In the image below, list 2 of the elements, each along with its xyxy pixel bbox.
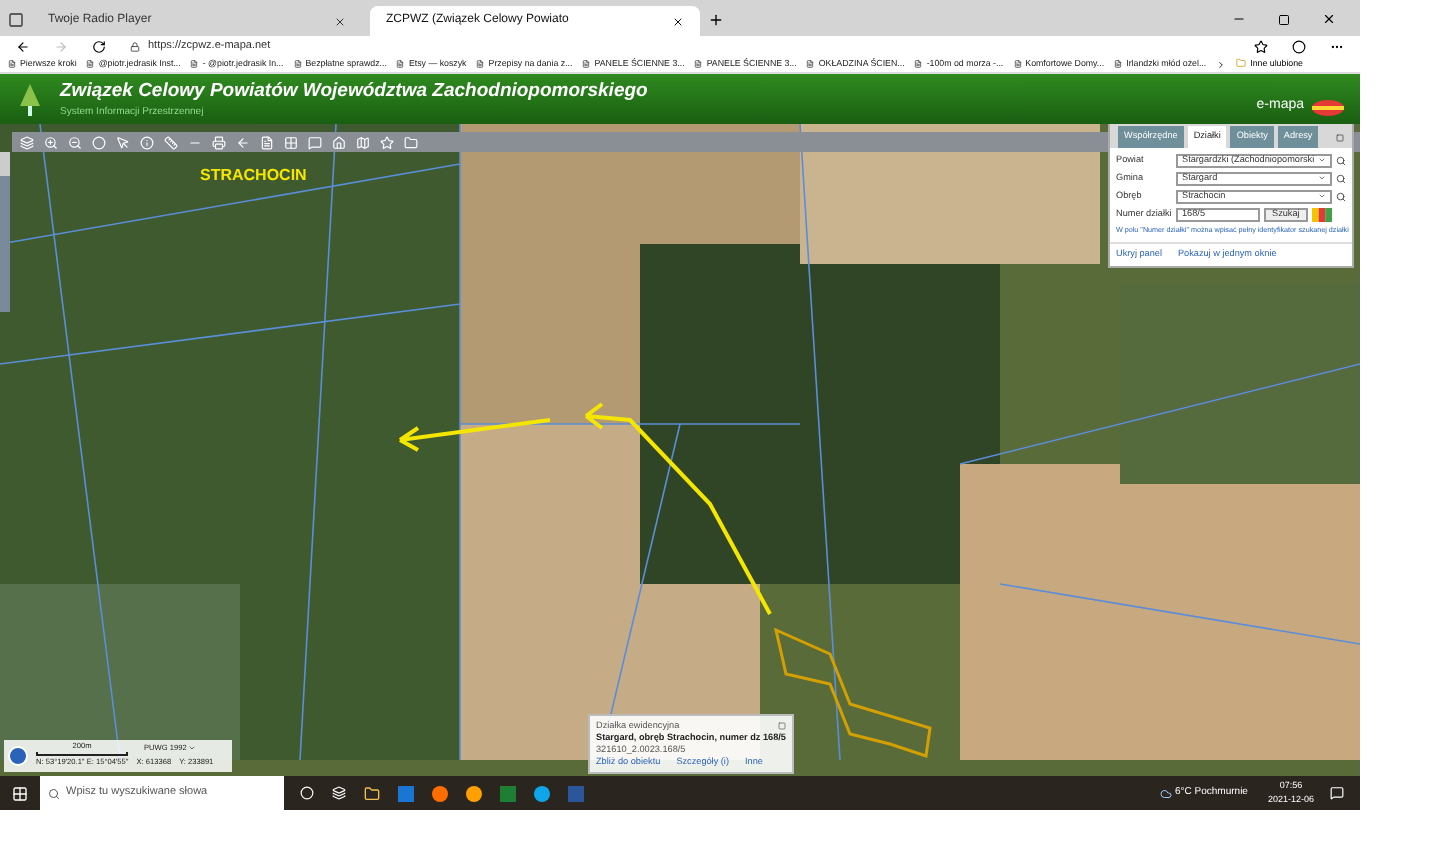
site-title: Związek Celowy Powiatów Województwa Zachodniopomorskiego — [60, 77, 648, 106]
place-label: STRACHOCIN — [200, 164, 307, 188]
